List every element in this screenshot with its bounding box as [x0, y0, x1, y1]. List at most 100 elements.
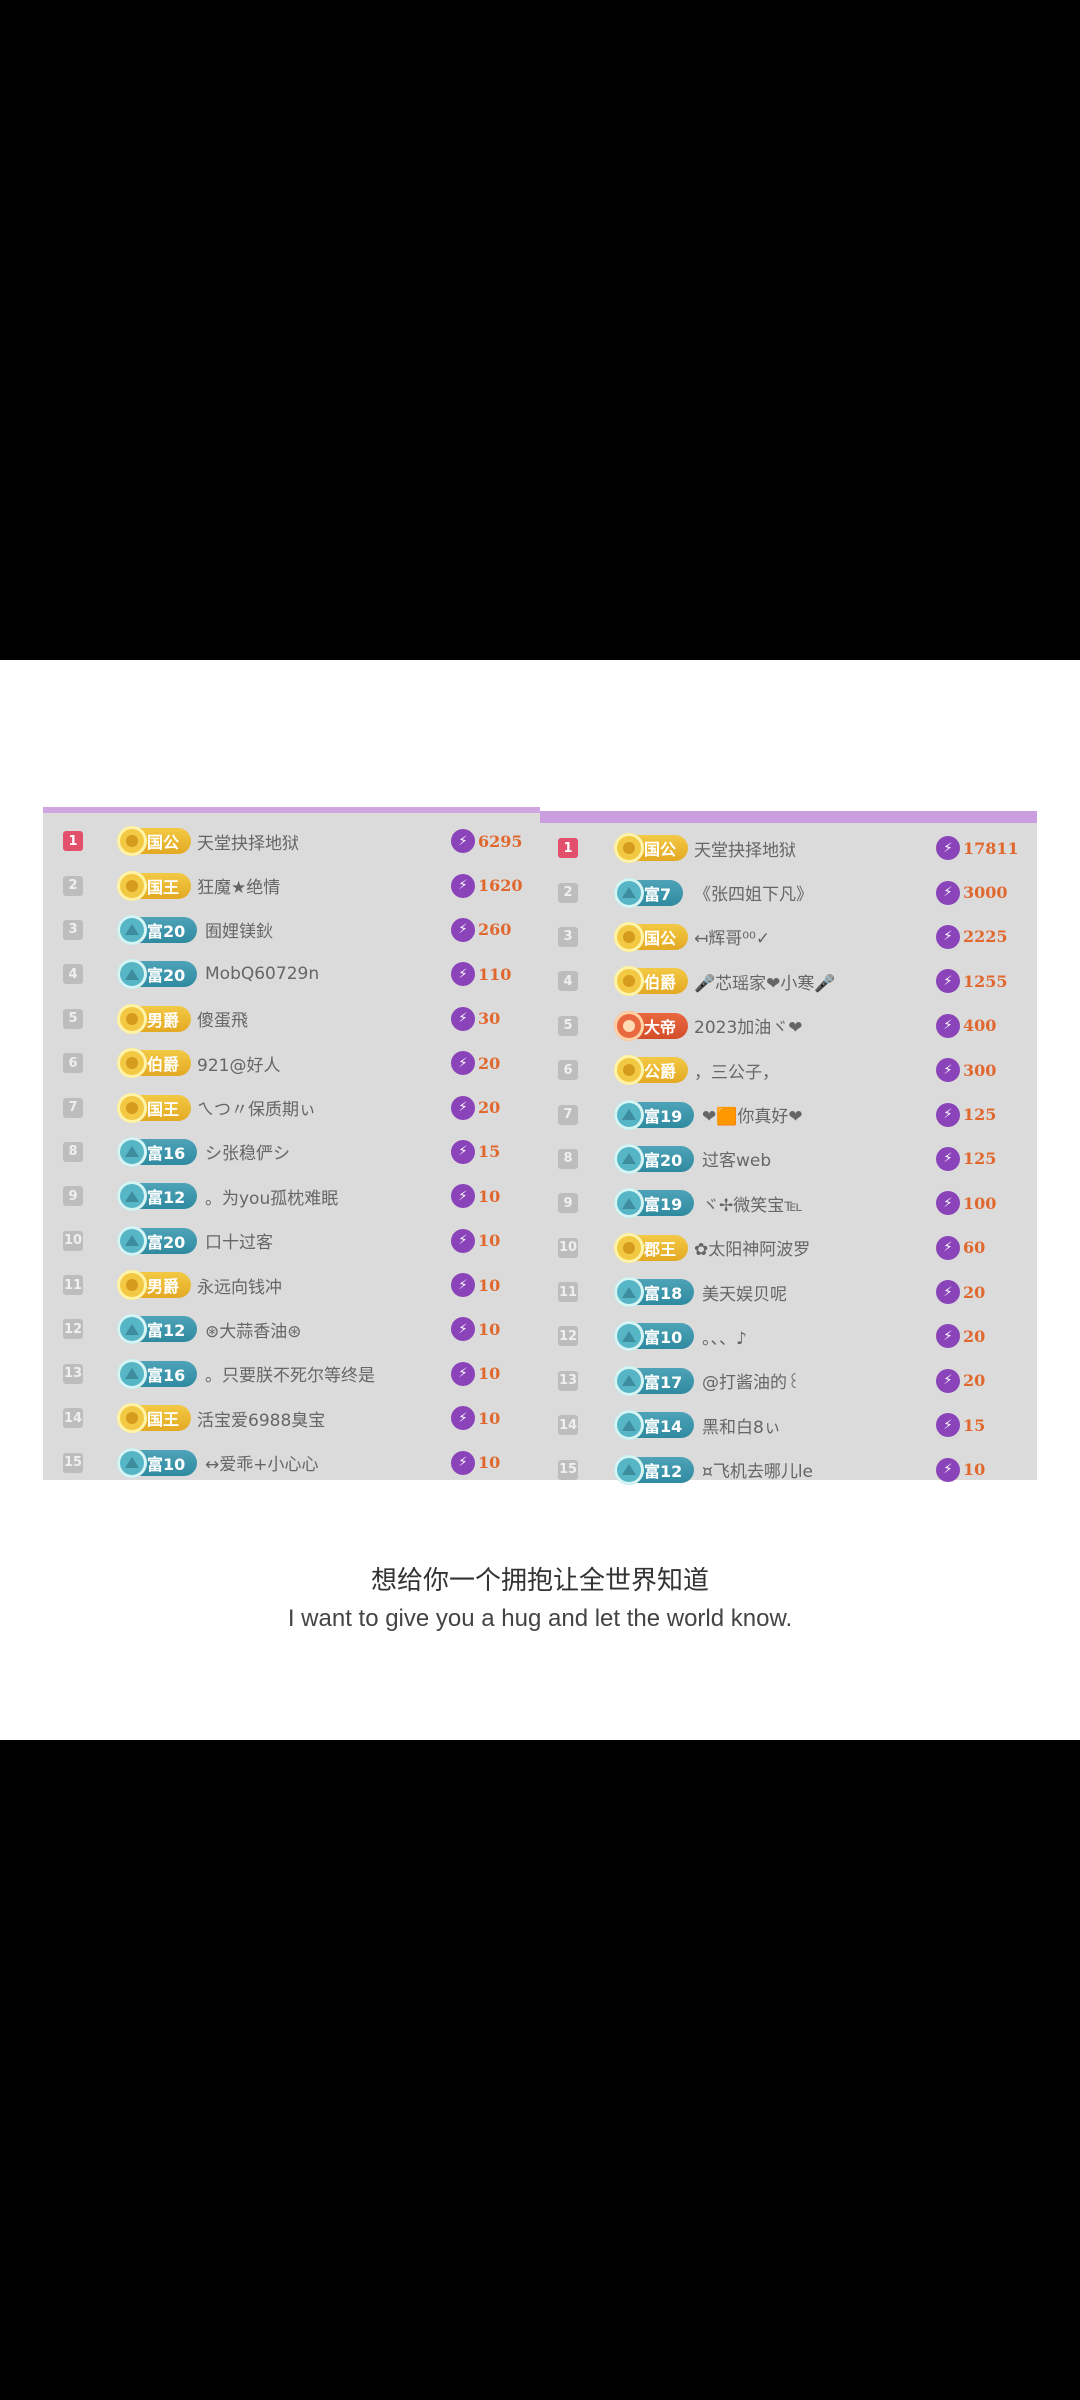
leaderboard-row[interactable]: 3 国公 ↤辉哥⁰⁰✓ ⚡ 2225 — [540, 915, 1037, 959]
level-badge: 富20 — [117, 1225, 198, 1256]
badge-label: 富7 — [644, 884, 672, 904]
leaderboard-row[interactable]: 10 郡王 ✿太阳神阿波罗 ⚡ 60 — [540, 1226, 1037, 1270]
leaderboard-row[interactable]: 10 富20 口十过客 ⚡ 10 — [43, 1219, 540, 1263]
badge-emblem-icon — [614, 966, 644, 997]
badge-emblem-icon — [614, 1055, 644, 1086]
leaderboard-row[interactable]: 5 大帝 2023加油ヾ❤ ⚡ 400 — [540, 1004, 1037, 1048]
score: ⚡ 300 — [936, 1058, 996, 1083]
lightning-bolt-icon: ⚡ — [936, 1102, 960, 1127]
lightning-bolt-icon: ⚡ — [936, 1235, 960, 1260]
username: 。只要朕不死尔等终是 — [205, 1366, 375, 1387]
leaderboard-row[interactable]: 13 富17 @打酱油的꒰ ⚡ 20 — [540, 1359, 1037, 1403]
username: ，三公子， — [694, 1062, 779, 1083]
level-badge: 富20 — [614, 1143, 695, 1174]
leaderboard-row[interactable]: 1 国公 天堂抉择地狱 ⚡ 6295 — [43, 819, 540, 863]
score-value: 2225 — [963, 927, 1008, 947]
score-value: 260 — [478, 920, 512, 940]
rank-number: 1 — [63, 831, 83, 852]
badge-label: 富10 — [644, 1328, 683, 1348]
level-badge: 富12 — [117, 1314, 198, 1345]
leaderboard-row[interactable]: 7 国王 ㄟつ〃保质期ぃ ⚡ 20 — [43, 1085, 540, 1129]
lightning-bolt-icon: ⚡ — [936, 1191, 960, 1216]
rank-number: 7 — [63, 1097, 83, 1118]
badge-emblem-icon — [117, 1136, 147, 1167]
lightning-bolt-icon: ⚡ — [451, 1228, 475, 1253]
leaderboard-row[interactable]: 1 国公 天堂抉择地狱 ⚡ 17811 — [540, 826, 1037, 870]
username: ㄟつ〃保质期ぃ — [197, 1100, 316, 1121]
username: ⊛大蒜香油⊛ — [205, 1321, 302, 1342]
leaderboard-row[interactable]: 6 公爵 ，三公子， ⚡ 300 — [540, 1048, 1037, 1092]
lightning-bolt-icon: ⚡ — [451, 1095, 475, 1120]
username: 。、、♪ — [702, 1328, 747, 1349]
leaderboard-row[interactable]: 9 富19 ヾ✢微笑宝℡ ⚡ 100 — [540, 1181, 1037, 1225]
leaderboard-row[interactable]: 12 富12 ⊛大蒜香油⊛ ⚡ 10 — [43, 1307, 540, 1351]
score: ⚡ 400 — [936, 1013, 997, 1038]
leaderboard-row[interactable]: 5 男爵 傻蛋飛 ⚡ 30 — [43, 997, 540, 1041]
score-value: 110 — [478, 964, 512, 984]
leaderboard-row[interactable]: 9 富12 。为you孤枕难眠 ⚡ 10 — [43, 1174, 540, 1218]
score-value: 20 — [478, 1053, 501, 1073]
score: ⚡ 10 — [451, 1317, 500, 1342]
level-badge: 伯爵 — [117, 1048, 192, 1079]
leaderboard-row[interactable]: 11 男爵 永远向钱冲 ⚡ 10 — [43, 1263, 540, 1307]
score: ⚡ 15 — [451, 1139, 500, 1164]
username: 。为you孤枕难眠 — [205, 1188, 339, 1209]
score: ⚡ 20 — [451, 1095, 500, 1120]
badge-emblem-icon — [614, 1410, 644, 1441]
score-value: 15 — [963, 1415, 986, 1435]
badge-emblem-icon — [117, 1181, 147, 1212]
badge-label: 富17 — [644, 1372, 683, 1392]
leaderboard-row[interactable]: 12 富10 。、、♪ ⚡ 20 — [540, 1314, 1037, 1358]
score-value: 1620 — [478, 876, 523, 896]
leaderboard-row[interactable]: 8 富20 过客web ⚡ 125 — [540, 1137, 1037, 1181]
level-badge: 国王 — [117, 870, 192, 901]
score: ⚡ 60 — [936, 1235, 985, 1260]
level-badge: 富20 — [117, 959, 198, 990]
username: 天堂抉择地狱 — [694, 840, 796, 861]
badge-label: 国公 — [644, 840, 677, 860]
leaderboard-row[interactable]: 8 富16 シ张稳俨シ ⚡ 15 — [43, 1130, 540, 1174]
badge-emblem-icon — [117, 914, 147, 945]
score-value: 3000 — [963, 883, 1008, 903]
leaderboard-row[interactable]: 4 富20 MobQ60729n ⚡ 110 — [43, 952, 540, 996]
badge-emblem-icon — [614, 1010, 644, 1041]
leaderboard-row[interactable]: 2 富7 《张四姐下凡》 ⚡ 3000 — [540, 870, 1037, 914]
level-badge: 男爵 — [117, 1003, 192, 1034]
badge-emblem-icon — [614, 1143, 644, 1174]
level-badge: 国公 — [117, 826, 192, 857]
leaderboard-row[interactable]: 15 富10 ↔爱乖+小心心 ⚡ 10 — [43, 1440, 540, 1484]
lightning-bolt-icon: ⚡ — [936, 880, 960, 905]
leaderboard-row[interactable]: 13 富16 。只要朕不死尔等终是 ⚡ 10 — [43, 1352, 540, 1396]
score: ⚡ 10 — [451, 1273, 500, 1298]
score-value: 400 — [963, 1016, 997, 1036]
leaderboard-row[interactable]: 11 富18 美天娱贝呢 ⚡ 20 — [540, 1270, 1037, 1314]
level-badge: 大帝 — [614, 1010, 689, 1041]
score: ⚡ 125 — [936, 1102, 996, 1127]
badge-emblem-icon — [614, 1365, 644, 1396]
rank-number: 15 — [63, 1452, 83, 1473]
leaderboard-row[interactable]: 14 富14 黑和白8ぃ ⚡ 15 — [540, 1403, 1037, 1447]
leaderboard-row[interactable]: 7 富19 ❤🟧你真好❤ ⚡ 125 — [540, 1092, 1037, 1136]
leaderboard-row[interactable]: 6 伯爵 921@好人 ⚡ 20 — [43, 1041, 540, 1085]
leaderboard-row[interactable]: 14 国王 活宝爱6988臭宝 ⚡ 10 — [43, 1396, 540, 1440]
rank-number: 11 — [558, 1282, 578, 1303]
badge-emblem-icon — [614, 1188, 644, 1219]
leaderboard-row[interactable]: 3 富20 囿娌镁鈥 ⚡ 260 — [43, 908, 540, 952]
leaderboard-row[interactable]: 4 伯爵 🎤芯瑶家❤小寒🎤 ⚡ 1255 — [540, 959, 1037, 1003]
leaderboard-row[interactable]: 15 富12 ¤飞机去哪儿le ⚡ 10 — [540, 1447, 1037, 1491]
username: 921@好人 — [197, 1055, 281, 1076]
score: ⚡ 10 — [451, 1361, 500, 1386]
lightning-bolt-icon: ⚡ — [936, 1368, 960, 1393]
rank-number: 10 — [558, 1237, 578, 1258]
score: ⚡ 15 — [936, 1413, 986, 1438]
leaderboard-row[interactable]: 2 国王 狂魔★绝情 ⚡ 1620 — [43, 863, 540, 907]
lightning-bolt-icon: ⚡ — [451, 1273, 475, 1298]
rank-number: 12 — [558, 1326, 578, 1347]
score: ⚡ 1620 — [451, 873, 523, 898]
lightning-bolt-icon: ⚡ — [936, 1457, 960, 1482]
rank-number: 13 — [558, 1370, 578, 1391]
score: ⚡ 17811 — [936, 836, 1019, 861]
lightning-bolt-icon: ⚡ — [451, 1184, 475, 1209]
badge-label: 国公 — [644, 928, 677, 948]
rank-number: 6 — [558, 1060, 578, 1081]
